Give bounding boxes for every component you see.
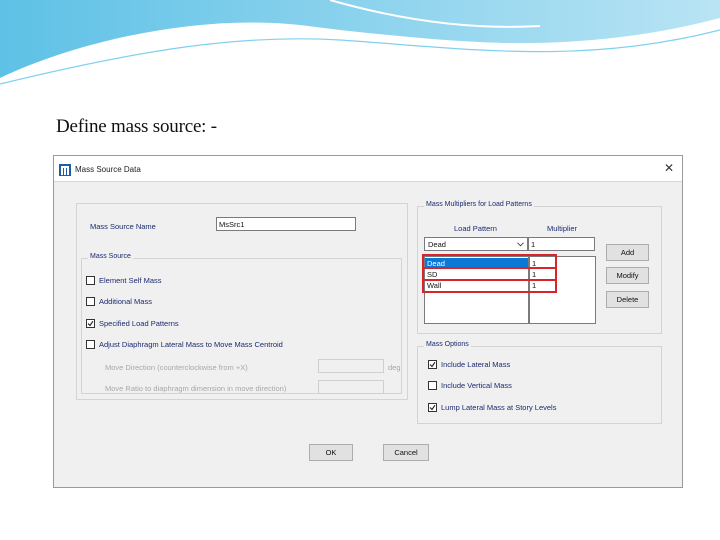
highlight-box-wall (422, 279, 557, 293)
move-ratio-label: Move Ratio to diaphragm dimension in mov… (105, 384, 287, 393)
additional-mass-checkbox[interactable] (86, 297, 95, 306)
dialog-title: Mass Source Data (75, 165, 141, 174)
specified-load-patterns-checkbox[interactable] (86, 319, 95, 328)
load-pattern-dropdown-value: Dead (428, 240, 446, 249)
chevron-down-icon (517, 242, 524, 247)
lump-lateral-mass-label: Lump Lateral Mass at Story Levels (441, 403, 557, 412)
move-direction-input[interactable] (318, 359, 384, 373)
mass-source-name-label: Mass Source Name (90, 222, 156, 231)
additional-mass-label: Additional Mass (99, 297, 152, 306)
adjust-diaphragm-checkbox[interactable] (86, 340, 95, 349)
include-lateral-mass-checkbox[interactable] (428, 360, 437, 369)
mass-options-legend: Mass Options (424, 341, 471, 348)
include-vertical-mass-checkbox[interactable] (428, 381, 437, 390)
slide: Define mass source: - Mass Source Data ✕… (0, 0, 720, 540)
add-button[interactable]: Add (606, 244, 649, 261)
element-self-mass-checkbox[interactable] (86, 276, 95, 285)
slide-heading: Define mass source: - (56, 116, 217, 137)
app-icon (59, 164, 71, 176)
move-ratio-input[interactable] (318, 380, 384, 394)
mass-source-dialog: Mass Source Data ✕ Mass Source Name MsSr… (53, 155, 683, 488)
specified-load-patterns-label: Specified Load Patterns (99, 319, 179, 328)
mass-multipliers-legend: Mass Multipliers for Load Patterns (424, 201, 534, 208)
element-self-mass-label: Element Self Mass (99, 276, 162, 285)
include-lateral-mass-label: Include Lateral Mass (441, 360, 511, 369)
delete-button[interactable]: Delete (606, 291, 649, 308)
dialog-title-bar: Mass Source Data ✕ (54, 156, 682, 182)
include-vertical-mass-label: Include Vertical Mass (441, 381, 512, 390)
header-swoosh-decoration (0, 0, 720, 85)
move-direction-label: Move Direction (counterclockwise from +X… (105, 363, 248, 372)
adjust-diaphragm-label: Adjust Diaphragm Lateral Mass to Move Ma… (99, 340, 283, 349)
ok-button[interactable]: OK (309, 444, 353, 461)
move-direction-unit: deg (388, 363, 401, 372)
lump-lateral-mass-checkbox[interactable] (428, 403, 437, 412)
load-pattern-dropdown[interactable]: Dead (424, 237, 528, 251)
check-mark-icon (87, 320, 94, 327)
load-pattern-column-header: Load Pattern (454, 224, 497, 233)
mass-source-legend: Mass Source (88, 253, 133, 260)
multiplier-input[interactable]: 1 (528, 237, 595, 251)
multiplier-column-header: Multiplier (547, 224, 578, 233)
cancel-button[interactable]: Cancel (383, 444, 429, 461)
check-mark-icon (429, 361, 436, 368)
check-mark-icon (429, 404, 436, 411)
mass-source-name-input[interactable]: MsSrc1 (216, 217, 356, 231)
close-icon[interactable]: ✕ (664, 161, 674, 175)
modify-button[interactable]: Modify (606, 267, 649, 284)
